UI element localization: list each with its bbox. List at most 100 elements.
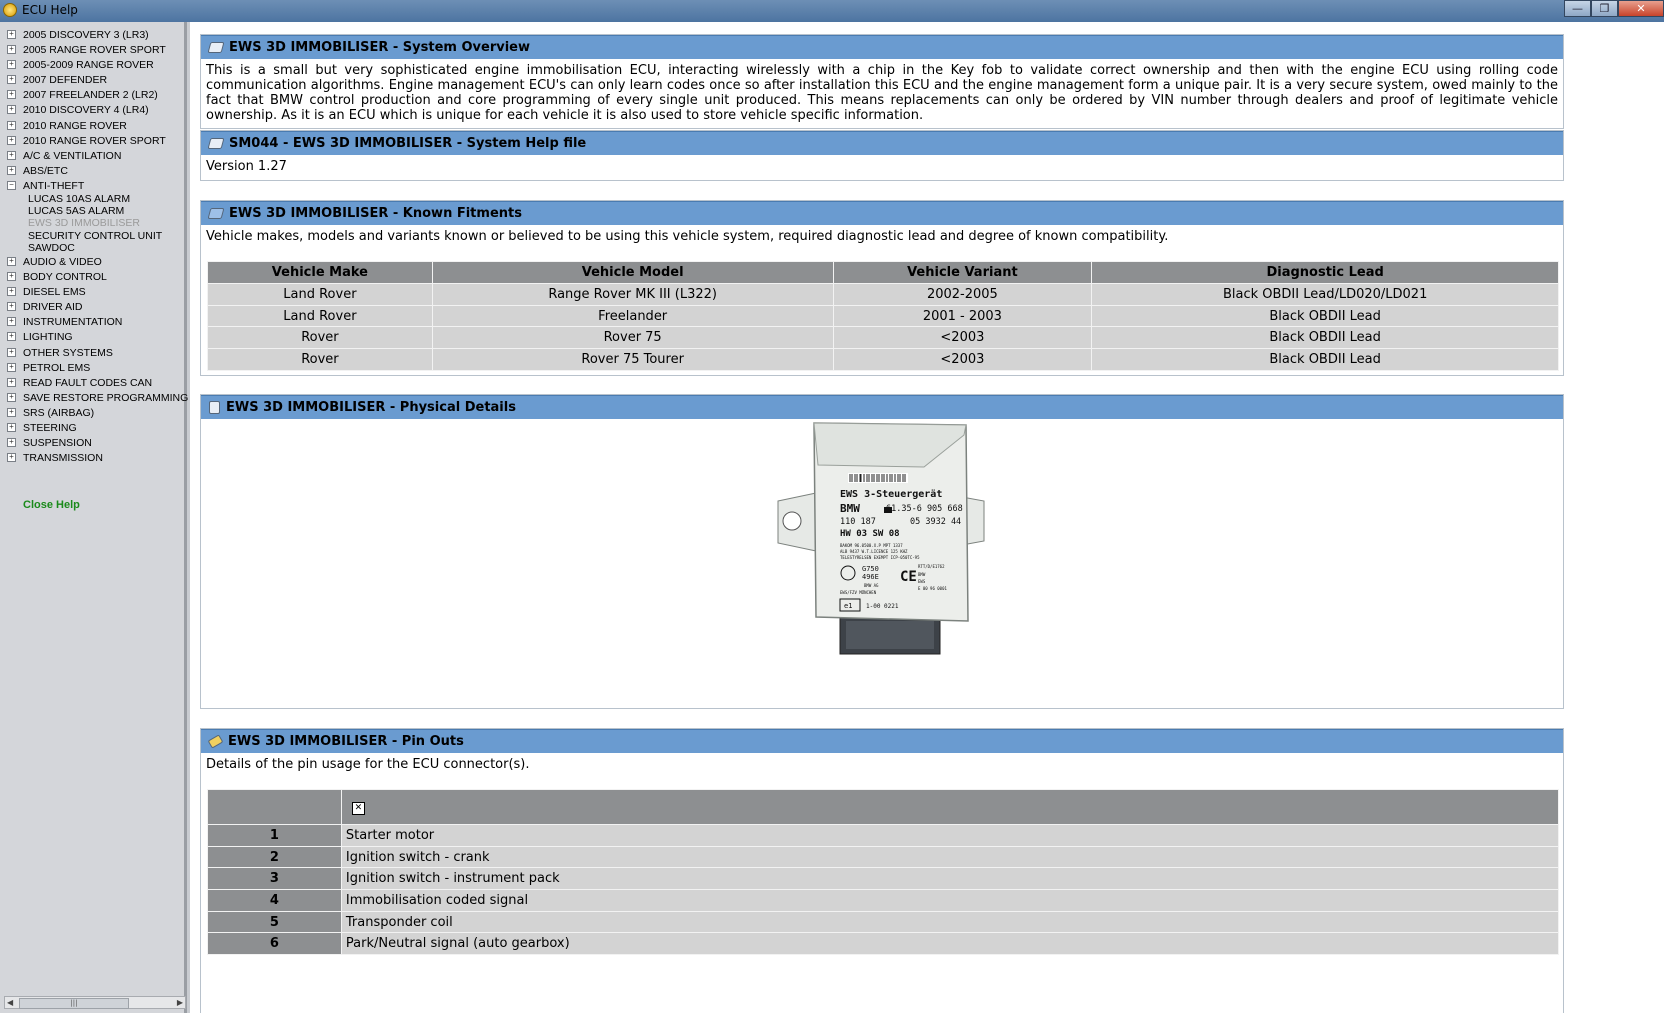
expand-icon[interactable]: + bbox=[7, 45, 16, 55]
sidebar-item-2010-discovery-4-lr4[interactable]: +2010 DISCOVERY 4 (LR4) bbox=[0, 103, 190, 118]
expand-icon[interactable]: + bbox=[7, 453, 16, 463]
ecu-label-partno: 61.35-6 905 668 bbox=[886, 504, 963, 514]
pin-number-header bbox=[207, 789, 342, 825]
scroll-left-arrow-icon[interactable]: ◀ bbox=[7, 997, 13, 1008]
maximize-button[interactable]: ❐ bbox=[1591, 0, 1618, 17]
sidebar: +2005 DISCOVERY 3 (LR3) +2005 RANGE ROVER… bbox=[0, 22, 214, 1013]
expand-icon[interactable]: + bbox=[7, 377, 16, 387]
close-help-link[interactable]: Close Help bbox=[23, 499, 80, 511]
expand-icon[interactable]: + bbox=[7, 362, 16, 372]
sidebar-item-steering[interactable]: + STEERING bbox=[0, 421, 190, 436]
table-row: Rover Rover 75 Tourer <2003 Black OBDII Lea… bbox=[207, 348, 1559, 371]
sidebar-item-label: SRS (AIRBAG) bbox=[23, 406, 95, 419]
expand-icon[interactable]: + bbox=[7, 90, 16, 100]
column-header-diagnostic-lead: Diagnostic Lead bbox=[1091, 261, 1559, 284]
table-cell: 2001 - 2003 bbox=[832, 304, 1093, 328]
table-cell: Black OBDII Lead bbox=[1091, 304, 1559, 328]
expand-icon[interactable]: + bbox=[7, 332, 16, 342]
sidebar-item-suspension[interactable]: + SUSPENSION bbox=[0, 436, 190, 451]
sidebar-item-label: 2010 RANGE ROVER bbox=[23, 119, 127, 132]
pin-row: 1 Starter motor bbox=[207, 824, 1560, 847]
table-cell: Land Rover bbox=[207, 304, 433, 328]
expand-icon[interactable]: + bbox=[7, 30, 16, 39]
pin-number: 4 bbox=[207, 889, 342, 912]
sidebar-item-2007-freelander-2-lr2[interactable]: +2007 FREELANDER 2 (LR2) bbox=[0, 88, 190, 103]
expand-icon[interactable]: + bbox=[7, 135, 16, 145]
sidebar-item-label: TRANSMISSION bbox=[23, 452, 103, 465]
minimize-button[interactable]: — bbox=[1564, 0, 1591, 17]
sidebar-subitem-sawdoc[interactable]: SAWDOC bbox=[0, 242, 190, 255]
expand-icon[interactable]: + bbox=[7, 392, 16, 402]
sidebar-item-diesel-ems[interactable]: + DIESEL EMS bbox=[0, 285, 190, 300]
expand-icon[interactable]: + bbox=[7, 272, 16, 282]
sidebar-item-lighting[interactable]: + LIGHTING bbox=[0, 330, 190, 345]
sidebar-item-label: AUDIO & VIDEO bbox=[23, 255, 102, 268]
physical-header: EWS 3D IMMOBILISER - Physical Details bbox=[201, 395, 1563, 419]
sidebar-item-a-c-ventilation[interactable]: + A/C & VENTILATION bbox=[0, 149, 190, 164]
pin-number: 6 bbox=[207, 932, 342, 956]
ecu-label-line1: EWS 3-Steuergerät bbox=[840, 489, 942, 500]
table-cell: Rover 75 Tourer bbox=[431, 348, 834, 371]
expand-icon[interactable]: + bbox=[7, 165, 16, 175]
pin-row: 5 Transponder coil bbox=[207, 910, 1560, 934]
sidebar-item-read-fault-codes-can[interactable]: + READ FAULT CODES CAN bbox=[0, 376, 190, 391]
sidebar-item-petrol-ems[interactable]: + PETROL EMS bbox=[0, 361, 190, 376]
expand-icon[interactable]: + bbox=[7, 60, 16, 70]
expand-icon[interactable]: + bbox=[7, 317, 16, 327]
expand-icon[interactable]: + bbox=[7, 105, 16, 115]
expand-icon[interactable]: + bbox=[7, 423, 16, 432]
sidebar-item-2007-defender[interactable]: +2007 DEFENDER bbox=[0, 73, 190, 88]
ecu-label-g750: G750 bbox=[862, 565, 879, 573]
sidebar-item-2005-discovery-3-lr3[interactable]: +2005 DISCOVERY 3 (LR3) bbox=[0, 28, 190, 43]
expand-icon[interactable]: + bbox=[7, 302, 16, 312]
column-header-vehicle-model: Vehicle Model bbox=[431, 261, 834, 284]
expand-icon[interactable]: + bbox=[7, 287, 16, 297]
sidebar-item-2005-2009-range-rover[interactable]: +2005-2009 RANGE ROVER bbox=[0, 58, 190, 73]
sidebar-item-transmission[interactable]: + TRANSMISSION bbox=[0, 451, 190, 466]
pin-number: 5 bbox=[207, 910, 342, 934]
expand-icon[interactable]: + bbox=[7, 150, 16, 160]
sidebar-item-other-systems[interactable]: + OTHER SYSTEMS bbox=[0, 346, 190, 361]
expand-icon[interactable]: + bbox=[7, 256, 16, 266]
ecu-label-right1: RTT/D/E1762 bbox=[918, 564, 945, 569]
scroll-right-arrow-icon[interactable]: ▶ bbox=[177, 997, 183, 1008]
sidebar-item-2010-range-rover[interactable]: +2010 RANGE ROVER bbox=[0, 119, 190, 134]
expand-icon[interactable]: + bbox=[7, 438, 16, 448]
table-cell: Black OBDII Lead/LD020/LD021 bbox=[1091, 283, 1559, 306]
sidebar-item-audio-video[interactable]: + AUDIO & VIDEO bbox=[0, 255, 190, 270]
pinouts-title: EWS 3D IMMOBILISER - Pin Outs bbox=[228, 734, 464, 749]
pin-number: 3 bbox=[207, 867, 342, 891]
expand-icon[interactable]: + bbox=[7, 347, 16, 357]
expand-icon[interactable]: + bbox=[7, 120, 16, 130]
sidebar-horizontal-scrollbar[interactable]: ◀ ||| ▶ bbox=[4, 996, 186, 1009]
sidebar-item-save-restore-programming-eng[interactable]: + SAVE RESTORE PROGRAMMING ENG bbox=[0, 391, 214, 406]
sidebar-item-anti-theft[interactable]: − ANTI-THEFT bbox=[0, 179, 190, 194]
sidebar-item-srs-airbag[interactable]: + SRS (AIRBAG) bbox=[0, 406, 190, 421]
expand-icon[interactable]: + bbox=[7, 75, 16, 85]
sidebar-item-body-control[interactable]: + BODY CONTROL bbox=[0, 270, 190, 285]
ecu-label-code1: 110 187 bbox=[840, 517, 876, 527]
collapse-icon[interactable]: − bbox=[7, 180, 16, 190]
ecu-label-g496: 496E bbox=[862, 573, 879, 581]
ecu-label-ewsfzv: EWS/FZV MÜNCHEN bbox=[840, 590, 877, 595]
overview-title: EWS 3D IMMOBILISER - System Overview bbox=[229, 40, 530, 55]
sidebar-item-2005-range-rover-sport[interactable]: +2005 RANGE ROVER SPORT bbox=[0, 43, 190, 58]
pin-description: Starter motor bbox=[340, 824, 1560, 847]
sidebar-item-instrumentation[interactable]: + INSTRUMENTATION bbox=[0, 315, 190, 330]
label-black-square bbox=[884, 507, 892, 513]
pin-description: Immobilisation coded signal bbox=[340, 889, 1560, 912]
broken-image-icon: ✕ bbox=[351, 802, 365, 815]
scrollbar-thumb[interactable]: ||| bbox=[19, 998, 129, 1009]
ecu-label-bmw: BMW bbox=[840, 502, 860, 515]
expand-icon[interactable]: + bbox=[7, 407, 16, 417]
sidebar-item-abs-etc[interactable]: + ABS/ETC bbox=[0, 164, 190, 179]
sidebar-tree: +2005 DISCOVERY 3 (LR3) +2005 RANGE ROVER… bbox=[0, 28, 214, 466]
sidebar-item-label: 2007 DEFENDER bbox=[23, 74, 108, 87]
sidebar-item-2010-range-rover-sport[interactable]: +2010 RANGE ROVER SPORT bbox=[0, 134, 190, 149]
sidebar-subitem-label: LUCAS 5AS ALARM bbox=[28, 205, 125, 218]
pinouts-intro: Details of the pin usage for the ECU con… bbox=[206, 757, 530, 772]
pin-number: 1 bbox=[207, 824, 342, 847]
overview-text: This is a small but very sophisticated e… bbox=[206, 63, 1558, 123]
sidebar-item-driver-aid[interactable]: + DRIVER AID bbox=[0, 300, 190, 315]
close-window-button[interactable]: ✕ bbox=[1618, 0, 1664, 17]
